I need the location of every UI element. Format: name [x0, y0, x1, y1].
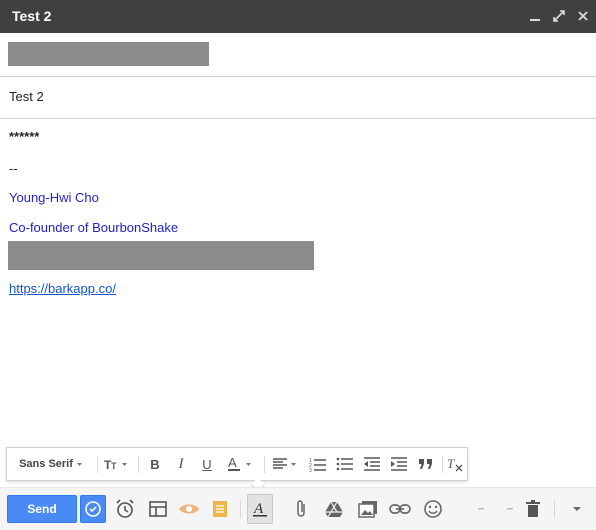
- signature-separator: --: [9, 161, 18, 176]
- template-icon[interactable]: [146, 496, 170, 522]
- insert-link-icon[interactable]: [388, 496, 412, 522]
- font-family-select[interactable]: Sans Serif: [11, 448, 93, 480]
- indent-less-icon[interactable]: [359, 448, 385, 480]
- minimize-icon[interactable]: [526, 7, 544, 25]
- svg-text:A: A: [228, 455, 237, 470]
- dash-icon: [474, 496, 488, 522]
- bulleted-list-icon[interactable]: [332, 448, 358, 480]
- alarm-clock-icon[interactable]: [113, 496, 137, 522]
- emoji-icon[interactable]: [421, 496, 445, 522]
- align-icon[interactable]: [268, 448, 304, 480]
- formatting-options-button[interactable]: A: [247, 494, 273, 524]
- compose-titlebar[interactable]: Test 2: [0, 0, 596, 33]
- send-button[interactable]: Send: [7, 495, 77, 523]
- clock-check-icon: [85, 501, 101, 517]
- numbered-list-icon[interactable]: 123: [305, 448, 331, 480]
- expand-icon[interactable]: [550, 7, 568, 25]
- signature-name: Young-Hwi Cho: [9, 190, 99, 205]
- text-format-icon: A: [253, 501, 267, 517]
- insert-photo-icon[interactable]: [356, 496, 380, 522]
- text-color-icon[interactable]: A: [223, 448, 259, 480]
- body-text: ******: [9, 129, 40, 144]
- chevron-down-icon: [76, 463, 82, 466]
- eye-icon[interactable]: [177, 496, 201, 522]
- drive-icon[interactable]: [322, 496, 346, 522]
- attachment-icon[interactable]: [289, 496, 313, 522]
- font-size-icon[interactable]: TT: [101, 448, 133, 480]
- signature-title: Co-founder of BourbonShake: [9, 220, 179, 235]
- indent-more-icon[interactable]: [386, 448, 412, 480]
- quote-icon[interactable]: [413, 448, 439, 480]
- signature-link[interactable]: https://barkapp.co/: [9, 281, 116, 296]
- trash-icon[interactable]: [521, 496, 545, 522]
- redacted-signature-line: [8, 241, 314, 270]
- compose-bottom-toolbar: Send A: [0, 487, 596, 530]
- close-icon[interactable]: [574, 7, 592, 25]
- remove-formatting-icon[interactable]: T: [444, 448, 466, 480]
- italic-button[interactable]: I: [169, 448, 193, 480]
- window-title: Test 2: [12, 8, 52, 24]
- schedule-send-button[interactable]: [80, 495, 106, 523]
- underline-button[interactable]: U: [195, 448, 219, 480]
- svg-text:T: T: [447, 456, 455, 471]
- svg-text:T: T: [111, 461, 117, 471]
- formatting-toolbar: Sans Serif TT B I U A 123 T: [6, 447, 468, 481]
- more-options-icon[interactable]: [565, 496, 589, 522]
- document-icon[interactable]: [208, 496, 232, 522]
- redacted-recipient: [8, 42, 209, 66]
- dash-icon: [503, 496, 517, 522]
- font-family-label: Sans Serif: [19, 458, 73, 470]
- svg-text:3: 3: [309, 468, 312, 472]
- svg-text:A: A: [253, 501, 264, 517]
- subject-value: Test 2: [9, 89, 44, 104]
- message-body[interactable]: ****** -- Young-Hwi Cho Co-founder of Bo…: [0, 120, 596, 442]
- bold-button[interactable]: B: [143, 448, 167, 480]
- recipients-field[interactable]: [0, 33, 596, 77]
- subject-field[interactable]: Test 2: [0, 77, 596, 119]
